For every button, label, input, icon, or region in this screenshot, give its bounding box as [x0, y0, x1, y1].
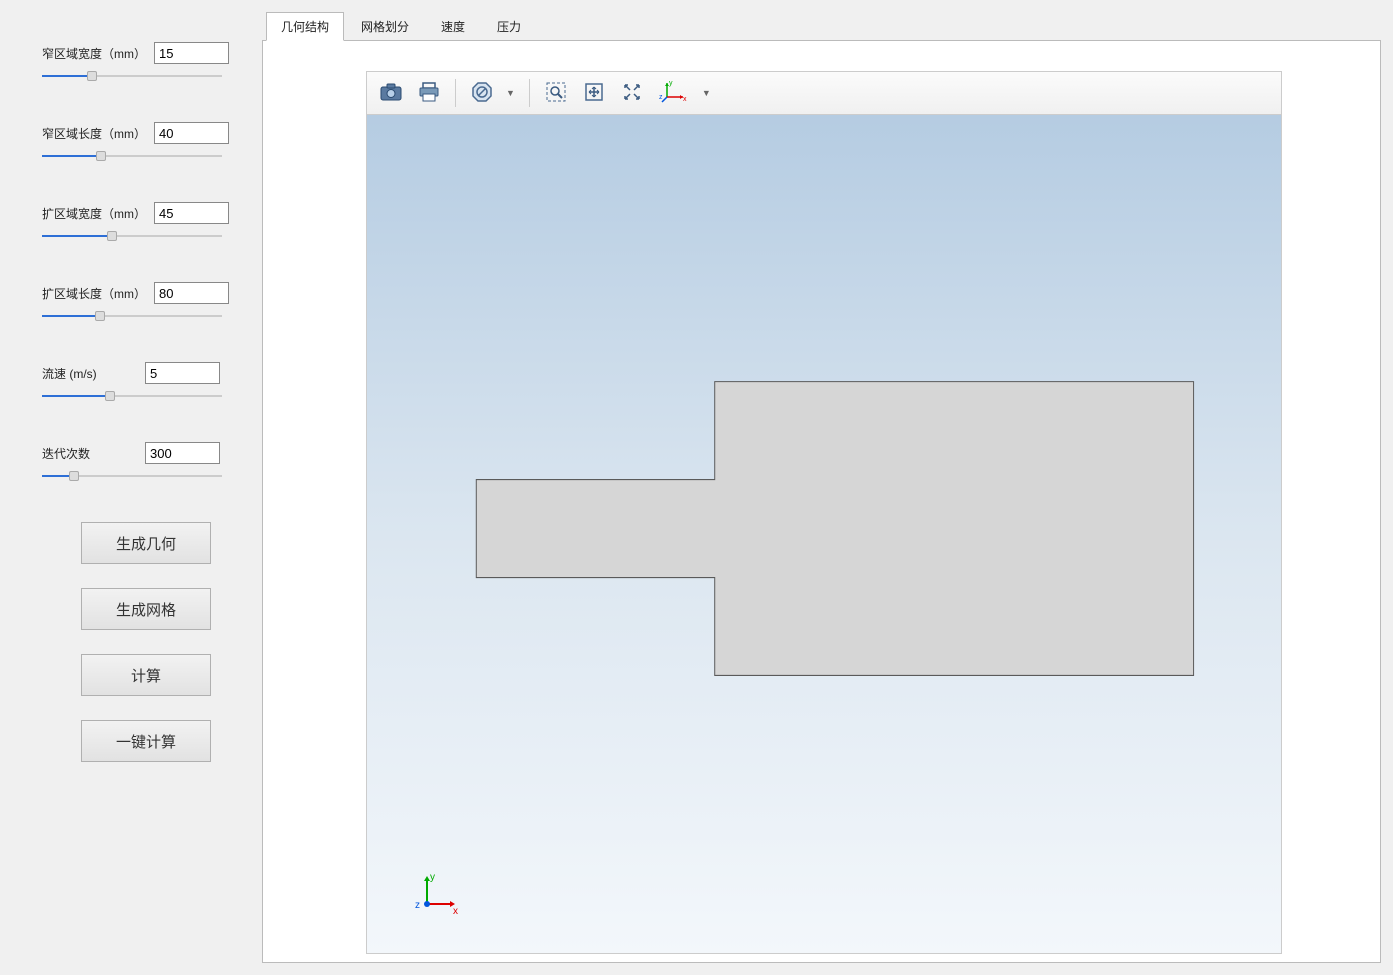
- tab-1[interactable]: 网格划分: [346, 12, 424, 41]
- param-input[interactable]: [154, 202, 229, 224]
- toolbar-separator: [455, 79, 456, 107]
- axis-label-y: y: [430, 872, 435, 883]
- param-label: 窄区域长度（mm）: [42, 125, 146, 142]
- param-row: 扩区域长度（mm）: [42, 282, 250, 324]
- zoom-extent-button[interactable]: [578, 77, 610, 109]
- print-icon: [418, 82, 440, 105]
- param-row: 窄区域宽度（mm）: [42, 42, 250, 84]
- tab-3[interactable]: 压力: [482, 12, 536, 41]
- chevron-down-icon[interactable]: ▼: [698, 84, 715, 102]
- generate-mesh-button[interactable]: 生成网格: [81, 588, 211, 630]
- param-input[interactable]: [145, 442, 220, 464]
- tab-content-geometry: ▼: [262, 40, 1381, 963]
- camera-icon: [380, 83, 402, 104]
- tab-bar: 几何结构网格划分速度压力: [262, 12, 1381, 41]
- param-input[interactable]: [154, 122, 229, 144]
- param-row: 迭代次数: [42, 442, 250, 484]
- print-button[interactable]: [413, 77, 445, 109]
- geometry-shape: [367, 115, 1281, 953]
- zoom-select-icon: [545, 81, 567, 106]
- axis-triad: y x z: [409, 870, 459, 923]
- main-panel: 几何结构网格划分速度压力: [262, 12, 1381, 963]
- tab-2[interactable]: 速度: [426, 12, 480, 41]
- axis-label-x: x: [453, 906, 458, 917]
- orientation-button[interactable]: y x z: [654, 77, 694, 109]
- chevron-down-icon[interactable]: ▼: [502, 84, 519, 102]
- toolbar-separator: [529, 79, 530, 107]
- screenshot-button[interactable]: [375, 77, 407, 109]
- param-slider[interactable]: [42, 388, 222, 404]
- zoom-box-button[interactable]: [540, 77, 572, 109]
- param-slider[interactable]: [42, 308, 222, 324]
- toggle-view-button[interactable]: [466, 77, 498, 109]
- center-icon: [621, 81, 643, 106]
- sidebar: 窄区域宽度（mm） 窄区域长度（mm） 扩区域宽度（mm） 扩区域长度（mm: [12, 12, 262, 963]
- param-label: 扩区域宽度（mm）: [42, 205, 146, 222]
- tab-0[interactable]: 几何结构: [266, 12, 344, 41]
- action-buttons: 生成几何 生成网格 计算 一键计算: [42, 522, 250, 762]
- geometry-viewport[interactable]: y x z: [366, 115, 1282, 954]
- param-slider[interactable]: [42, 468, 222, 484]
- param-label: 流速 (m/s): [42, 365, 137, 382]
- param-input[interactable]: [154, 282, 229, 304]
- param-row: 流速 (m/s): [42, 362, 250, 404]
- fit-icon: [583, 81, 605, 106]
- axis-triad-icon: y x z: [659, 79, 689, 108]
- reset-view-button[interactable]: [616, 77, 648, 109]
- param-input[interactable]: [145, 362, 220, 384]
- param-input[interactable]: [154, 42, 229, 64]
- param-row: 窄区域长度（mm）: [42, 122, 250, 164]
- axis-label-z: z: [415, 900, 420, 911]
- viewport-toolbar: ▼: [366, 71, 1282, 115]
- param-label: 扩区域长度（mm）: [42, 285, 146, 302]
- app-root: 窄区域宽度（mm） 窄区域长度（mm） 扩区域宽度（mm） 扩区域长度（mm: [0, 0, 1393, 975]
- param-slider[interactable]: [42, 148, 222, 164]
- svg-text:z: z: [659, 94, 663, 101]
- param-row: 扩区域宽度（mm）: [42, 202, 250, 244]
- svg-text:y: y: [669, 80, 673, 87]
- compute-button[interactable]: 计算: [81, 654, 211, 696]
- svg-text:x: x: [683, 96, 687, 103]
- generate-geometry-button[interactable]: 生成几何: [81, 522, 211, 564]
- no-entry-icon: [471, 81, 493, 106]
- param-label: 窄区域宽度（mm）: [42, 45, 146, 62]
- param-label: 迭代次数: [42, 445, 137, 462]
- param-slider[interactable]: [42, 68, 222, 84]
- param-slider[interactable]: [42, 228, 222, 244]
- one-click-compute-button[interactable]: 一键计算: [81, 720, 211, 762]
